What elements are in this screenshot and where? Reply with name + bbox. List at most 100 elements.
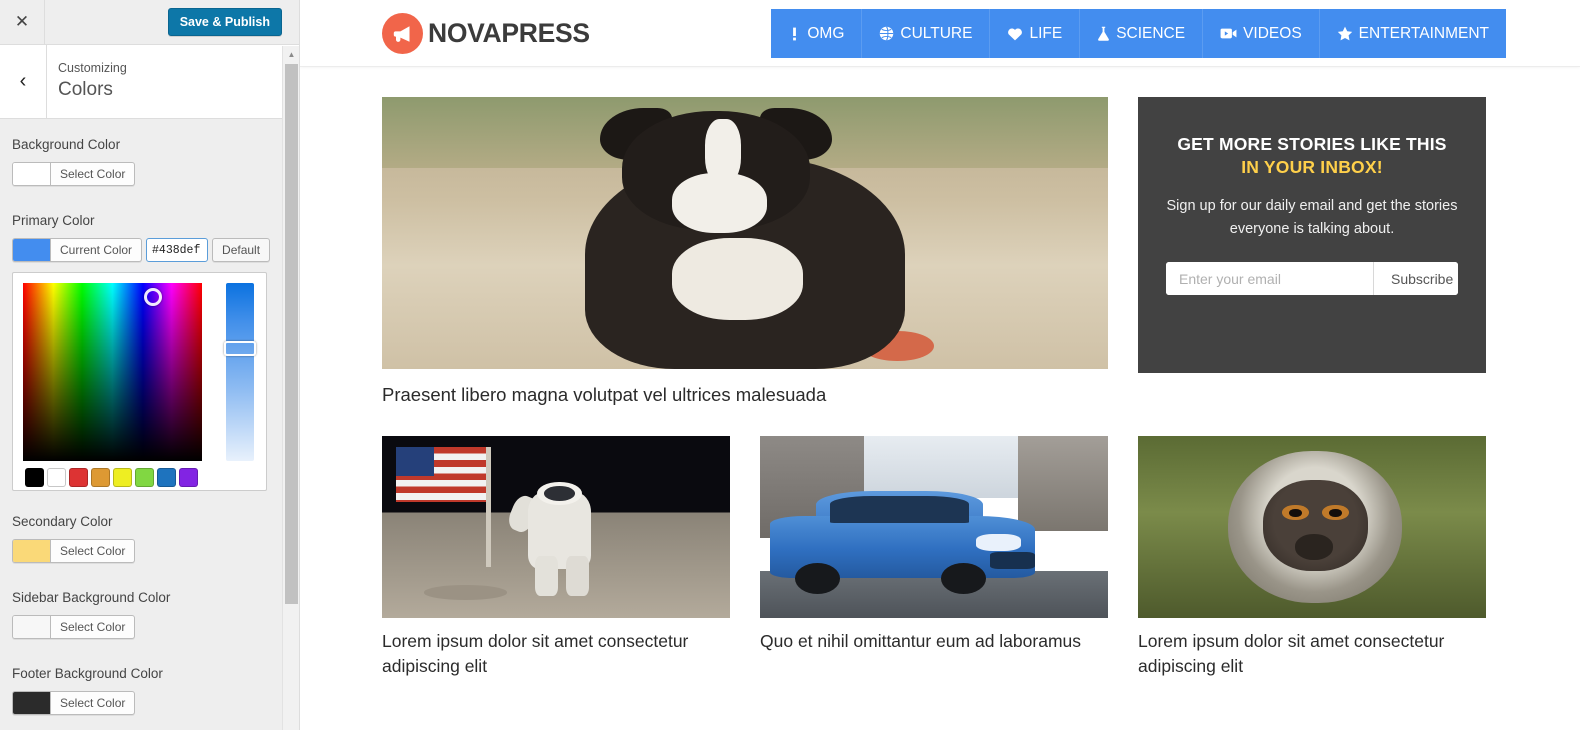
palette-swatch[interactable] xyxy=(69,468,88,487)
select-color-button[interactable]: Select Color xyxy=(12,162,136,186)
article-card: Lorem ipsum dolor sit amet consectetur a… xyxy=(382,436,730,679)
nav-item-omg[interactable]: OMG xyxy=(771,9,863,58)
color-picker-handle[interactable] xyxy=(144,288,162,306)
preview-content: Praesent libero magna volutpat vel ultri… xyxy=(300,67,1580,679)
article-thumbnail[interactable] xyxy=(382,97,1108,369)
default-color-button[interactable]: Default xyxy=(212,238,271,262)
article-title[interactable]: Praesent libero magna volutpat vel ultri… xyxy=(382,382,1108,408)
nav-item-entertainment[interactable]: ENTERTAINMENT xyxy=(1319,9,1506,58)
control-label: Background Color xyxy=(12,137,121,152)
nav-item-science[interactable]: SCIENCE xyxy=(1080,9,1204,58)
color-button-label: Select Color xyxy=(60,620,126,634)
control-label: Secondary Color xyxy=(12,514,113,529)
control-background-color: Background Color Select Color xyxy=(12,136,278,190)
article-thumbnail[interactable] xyxy=(760,436,1108,618)
palette-swatch[interactable] xyxy=(91,468,110,487)
article-card: Quo et nihil omittantur eum ad laboramus xyxy=(760,436,1108,679)
newsletter-heading-line1: GET MORE STORIES LIKE THIS xyxy=(1177,134,1447,154)
control-secondary-color: Secondary Color Select Color xyxy=(12,513,278,567)
nav-item-life[interactable]: LIFE xyxy=(990,9,1081,58)
subscribe-button[interactable]: Subscribe xyxy=(1373,262,1458,295)
nav-item-label: VIDEOS xyxy=(1243,24,1302,42)
top-row: Praesent libero magna volutpat vel ultri… xyxy=(382,97,1506,408)
brightness-slider-thumb[interactable] xyxy=(224,341,256,356)
color-swatch xyxy=(13,239,51,261)
palette-swatch[interactable] xyxy=(135,468,154,487)
megaphone-icon xyxy=(382,13,423,54)
main-navigation: OMG CULTURE LIFE SCIENCE VIDEOS ENTERTAINMENT xyxy=(771,9,1506,58)
article-title[interactable]: Lorem ipsum dolor sit amet consectetur a… xyxy=(382,629,730,679)
email-input[interactable] xyxy=(1166,262,1373,295)
site-preview: NOVAPRESS OMG CULTURE LIFE SCIENCE VIDEOS ENT… xyxy=(300,0,1580,730)
hex-color-input[interactable] xyxy=(146,238,209,262)
panel-header: ‹ Customizing Colors xyxy=(0,45,299,119)
color-button-label: Current Color xyxy=(60,243,133,257)
control-primary-color: Primary Color Current Color Default xyxy=(12,212,278,491)
newsletter-heading-line2: IN YOUR INBOX! xyxy=(1241,157,1383,177)
color-swatch xyxy=(13,616,51,638)
current-color-button[interactable]: Current Color xyxy=(12,238,143,262)
back-chevron-icon[interactable]: ‹ xyxy=(0,45,47,118)
newsletter-signup-widget: GET MORE STORIES LIKE THIS IN YOUR INBOX… xyxy=(1138,97,1486,373)
color-button-label: Select Color xyxy=(60,544,126,558)
nav-item-label: ENTERTAINMENT xyxy=(1358,24,1489,42)
select-color-button[interactable]: Select Color xyxy=(12,691,136,715)
color-palette xyxy=(25,468,198,487)
article-thumbnail[interactable] xyxy=(382,436,730,618)
close-icon[interactable]: ✕ xyxy=(0,0,45,44)
color-swatch xyxy=(13,163,51,185)
article-grid: Lorem ipsum dolor sit amet consectetur a… xyxy=(382,436,1506,679)
newsletter-description: Sign up for our daily email and get the … xyxy=(1166,198,1458,237)
panel-title: Colors xyxy=(58,79,113,100)
nav-item-label: LIFE xyxy=(1029,24,1063,42)
site-header: NOVAPRESS OMG CULTURE LIFE SCIENCE VIDEOS ENT… xyxy=(300,0,1580,67)
palette-swatch[interactable] xyxy=(157,468,176,487)
site-logo[interactable]: NOVAPRESS xyxy=(382,13,590,54)
control-footer-background-color: Footer Background Color Select Color xyxy=(12,665,278,719)
article-card: Lorem ipsum dolor sit amet consectetur a… xyxy=(1138,436,1486,679)
color-picker xyxy=(12,272,267,491)
value-gradient xyxy=(23,283,202,461)
nav-item-label: CULTURE xyxy=(900,24,973,42)
panel-subtitle: Customizing xyxy=(58,61,127,75)
color-button-label: Select Color xyxy=(60,696,126,710)
feature-article-card: Praesent libero magna volutpat vel ultri… xyxy=(382,97,1108,408)
site-title: NOVAPRESS xyxy=(428,18,590,48)
article-title[interactable]: Lorem ipsum dolor sit amet consectetur a… xyxy=(1138,629,1486,679)
saturation-value-area[interactable] xyxy=(23,283,202,461)
select-color-button[interactable]: Select Color xyxy=(12,615,136,639)
heart-icon xyxy=(1007,27,1023,41)
globe-icon xyxy=(879,26,894,41)
nav-item-label: OMG xyxy=(807,24,845,42)
color-button-label: Select Color xyxy=(60,167,126,181)
scroll-up-arrow-icon[interactable]: ▲ xyxy=(283,46,299,63)
brightness-slider[interactable] xyxy=(224,283,256,461)
article-title[interactable]: Quo et nihil omittantur eum ad laboramus xyxy=(760,629,1108,654)
nav-item-label: SCIENCE xyxy=(1116,24,1186,42)
sidebar-scrollbar[interactable]: ▲ xyxy=(282,46,299,730)
color-swatch xyxy=(13,540,51,562)
video-icon xyxy=(1220,27,1237,40)
control-label: Primary Color xyxy=(12,213,95,228)
newsletter-form: Subscribe xyxy=(1166,262,1458,295)
nav-item-videos[interactable]: VIDEOS xyxy=(1203,9,1320,58)
exclamation-icon xyxy=(788,27,801,41)
palette-swatch[interactable] xyxy=(47,468,66,487)
palette-swatch[interactable] xyxy=(113,468,132,487)
palette-swatch[interactable] xyxy=(25,468,44,487)
control-sidebar-background-color: Sidebar Background Color Select Color xyxy=(12,589,278,643)
palette-swatch[interactable] xyxy=(179,468,198,487)
star-icon xyxy=(1337,26,1353,41)
customizer-sidebar: ✕ Save & Publish ‹ Customizing Colors Ba… xyxy=(0,0,300,730)
nav-item-culture[interactable]: CULTURE xyxy=(862,9,991,58)
control-label: Footer Background Color xyxy=(12,666,163,681)
customizer-topbar: ✕ Save & Publish xyxy=(0,0,299,45)
color-swatch xyxy=(13,692,51,714)
article-thumbnail[interactable] xyxy=(1138,436,1486,618)
select-color-button[interactable]: Select Color xyxy=(12,539,136,563)
sidebar-scrollbar-thumb[interactable] xyxy=(285,64,298,604)
controls-list: Background Color Select Color Primary Co… xyxy=(0,120,290,730)
save-and-publish-button[interactable]: Save & Publish xyxy=(167,8,282,36)
flask-icon xyxy=(1097,26,1110,41)
control-label: Sidebar Background Color xyxy=(12,590,171,605)
